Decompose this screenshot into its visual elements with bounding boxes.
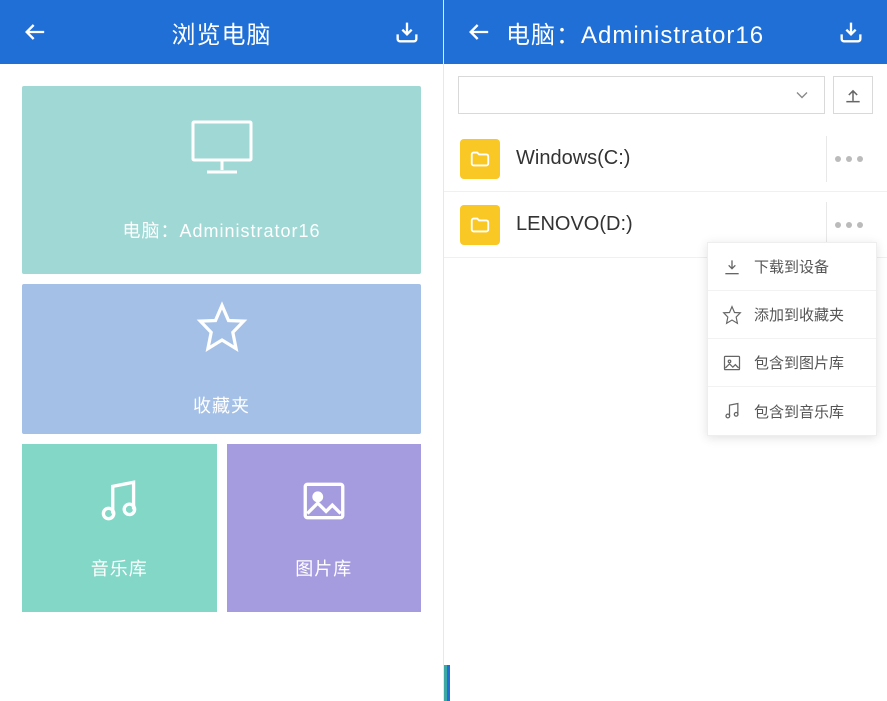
path-dropdown[interactable] <box>458 76 825 114</box>
monitor-icon <box>187 118 257 183</box>
folder-icon <box>460 205 500 245</box>
download-tray-button[interactable] <box>389 14 425 50</box>
download-tray-button[interactable] <box>833 14 869 50</box>
more-icon <box>835 156 863 162</box>
browse-pane: 浏览电脑 电脑：Administrator16 收藏夹 <box>0 0 444 701</box>
left-header: 浏览电脑 <box>0 0 443 64</box>
right-title: 电脑：Administrator16 <box>498 15 833 50</box>
more-button[interactable] <box>826 202 871 248</box>
back-button[interactable] <box>18 14 54 50</box>
image-icon <box>722 353 742 373</box>
chevron-down-icon <box>792 85 812 105</box>
left-title: 浏览电脑 <box>54 15 389 50</box>
menu-label: 包含到图片库 <box>754 352 844 373</box>
music-tile[interactable]: 音乐库 <box>22 444 217 612</box>
computer-tile[interactable]: 电脑：Administrator16 <box>22 86 421 274</box>
menu-favorite[interactable]: 添加到收藏夹 <box>708 291 876 339</box>
upload-button[interactable] <box>833 76 873 114</box>
file-list: Windows(C:) LENOVO(D:) <box>444 126 887 258</box>
menu-download[interactable]: 下载到设备 <box>708 243 876 291</box>
tiles-container: 电脑：Administrator16 收藏夹 音乐库 <box>0 64 443 634</box>
menu-include-music[interactable]: 包含到音乐库 <box>708 387 876 435</box>
file-list-pane: 电脑：Administrator16 Windows(C:) LENOVO(D <box>444 0 887 701</box>
small-tiles-row: 音乐库 图片库 <box>22 444 421 612</box>
more-icon <box>835 222 863 228</box>
upload-icon <box>843 85 863 105</box>
file-row[interactable]: Windows(C:) <box>444 126 887 192</box>
music-note-icon <box>94 476 144 531</box>
path-toolbar <box>444 64 887 126</box>
download-icon <box>722 257 742 277</box>
image-tile-label: 图片库 <box>295 555 352 581</box>
menu-label: 添加到收藏夹 <box>754 304 844 325</box>
menu-include-image[interactable]: 包含到图片库 <box>708 339 876 387</box>
favorites-tile-label: 收藏夹 <box>193 392 250 418</box>
back-button[interactable] <box>462 14 498 50</box>
image-icon <box>299 476 349 531</box>
more-button[interactable] <box>826 136 871 182</box>
favorites-tile[interactable]: 收藏夹 <box>22 284 421 434</box>
star-icon <box>196 301 248 358</box>
music-tile-label: 音乐库 <box>91 555 148 581</box>
context-menu: 下载到设备 添加到收藏夹 包含到图片库 包含到音乐库 <box>707 242 877 436</box>
computer-tile-label: 电脑：Administrator16 <box>122 217 320 243</box>
image-tile[interactable]: 图片库 <box>227 444 422 612</box>
file-name: LENOVO(D:) <box>516 213 810 236</box>
star-icon <box>722 305 742 325</box>
right-header: 电脑：Administrator16 <box>444 0 887 64</box>
menu-label: 包含到音乐库 <box>754 401 844 422</box>
file-name: Windows(C:) <box>516 147 810 170</box>
music-note-icon <box>722 401 742 421</box>
folder-icon <box>460 139 500 179</box>
menu-label: 下载到设备 <box>754 256 829 277</box>
